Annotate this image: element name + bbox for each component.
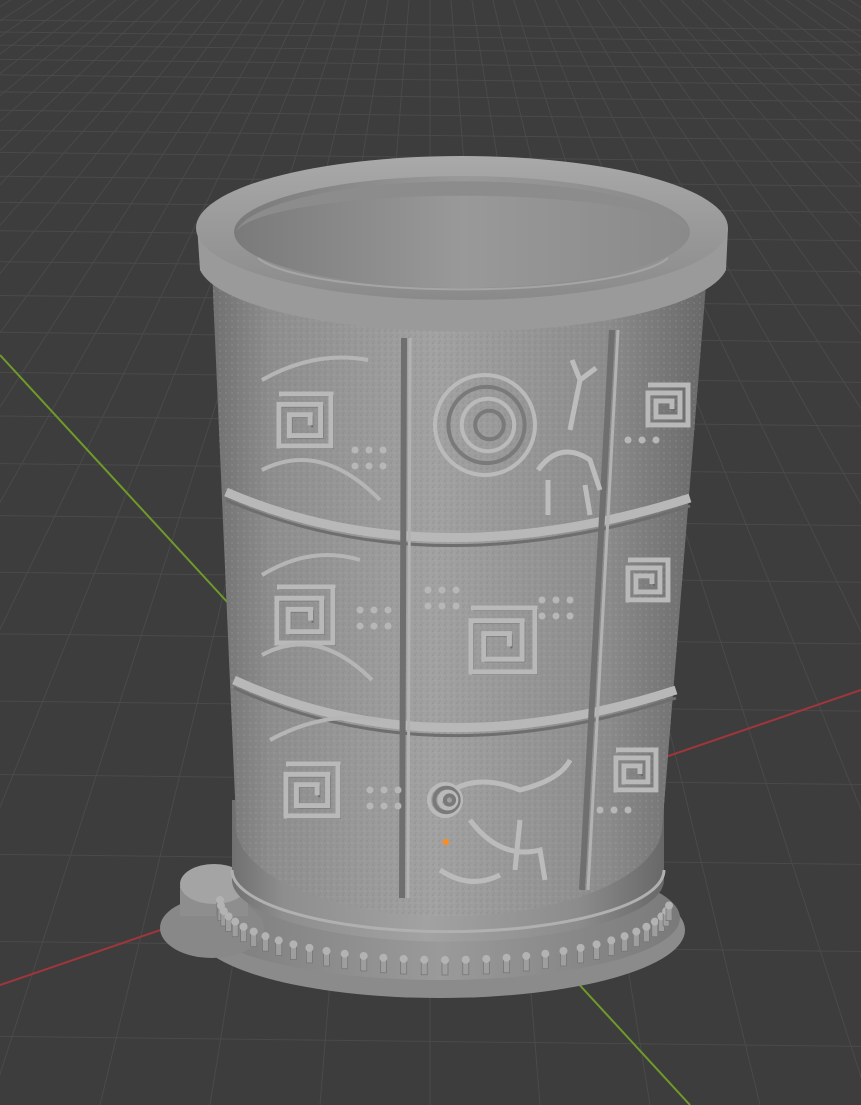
viewport-canvas[interactable] [0,0,861,1105]
bead-cap [399,954,408,963]
bead-cap [576,943,585,952]
dot-motif [596,806,604,814]
dot-motif [452,586,460,594]
bead-cap [274,936,283,945]
dot-motif [394,802,402,810]
bead-cap [650,917,659,926]
dot-motif [638,436,646,444]
bead-cap [642,922,651,931]
dot-motif [351,446,359,454]
dot-motif [384,622,392,630]
bead-cap [559,947,568,956]
bead-cap [620,932,629,941]
dot-motif [652,436,660,444]
dot-motif [370,622,378,630]
dot-motif [424,602,432,610]
3d-viewport[interactable] [0,0,861,1105]
bead-cap [522,951,531,960]
bead-cap [322,947,331,956]
dot-motif [380,802,388,810]
dot-motif [452,602,460,610]
bead-cap [340,949,349,958]
dot-motif [365,446,373,454]
dot-motif [438,586,446,594]
bead-cap [461,955,470,964]
bead-cap [502,953,511,962]
bead-cap [239,922,248,931]
bead-cap [379,953,388,962]
panel-divider-1 [399,337,407,899]
dot-motif [624,806,632,814]
bead-cap [665,901,674,910]
dot-motif [424,586,432,594]
bead-cap [261,932,270,941]
dot-motif [356,606,364,614]
dot-motif [610,806,618,814]
bead-cap [359,951,368,960]
dot-motif [379,462,387,470]
dot-motif [366,786,374,794]
dot-motif [351,462,359,470]
origin-marker [443,839,449,845]
bead-cap [482,954,491,963]
dot-motif [365,462,373,470]
bead-cap [541,949,550,958]
dot-motif [624,436,632,444]
dot-motif [370,606,378,614]
dot-motif [566,596,574,604]
dot-motif [394,786,402,794]
dot-motif [552,612,560,620]
dot-motif [366,802,374,810]
dot-motif [384,606,392,614]
bead-cap [592,940,601,949]
dot-motif [566,612,574,620]
bead-cap [441,956,449,964]
bead-cap [249,927,258,936]
dot-motif [538,596,546,604]
bead-cap [607,936,616,945]
dot-motif [380,786,388,794]
bead-cap [289,940,298,949]
bead-cap [632,927,641,936]
dot-motif [438,602,446,610]
panel-divider-1-hi [406,337,412,899]
dot-motif [379,446,387,454]
dot-motif [538,612,546,620]
bead-cap [224,912,233,921]
dot-motif [356,622,364,630]
bead-cap [420,955,429,964]
dot-motif [552,596,560,604]
bead-cap [231,917,240,926]
vessel-object[interactable] [160,156,728,998]
bead-cap [305,943,314,952]
